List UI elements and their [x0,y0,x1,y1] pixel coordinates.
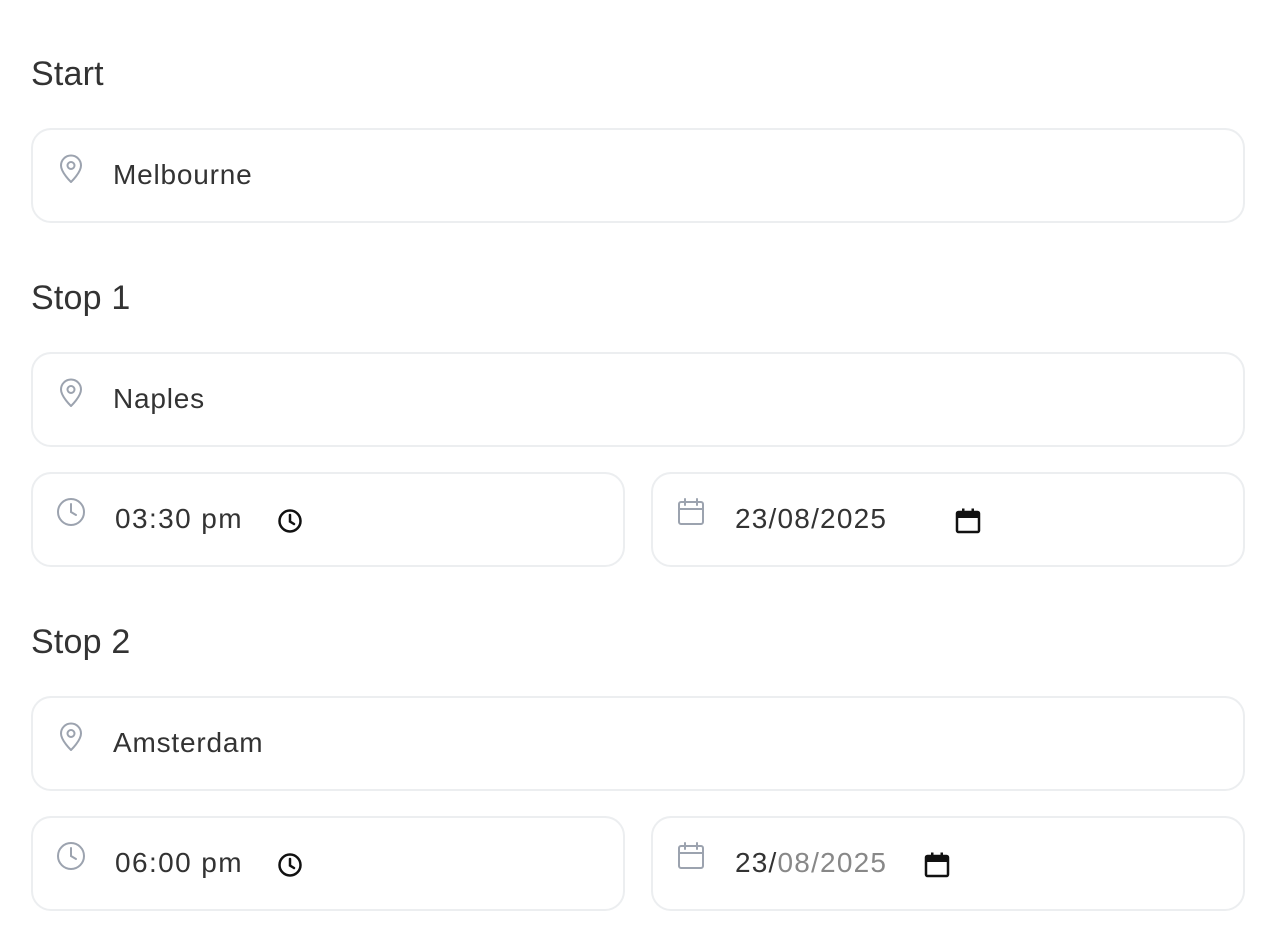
stop2-date-field[interactable]: 23/08/2025 [651,816,1245,911]
stop1-time-field[interactable]: 03:30 pm [31,472,625,567]
stop2-date-value: 23/08/2025 [735,847,887,879]
calendar-picker-icon[interactable] [923,851,951,879]
stop2-date-day: 23/ [735,847,778,878]
stop1-title: Stop 1 [31,279,131,317]
stop1-location-value: Naples [113,383,205,414]
clock-picker-icon[interactable] [276,507,304,535]
map-pin-icon [60,154,82,183]
start-title: Start [31,55,104,93]
stop2-time-value: 06:00 pm [115,847,243,878]
start-location-value: Melbourne [113,159,253,190]
calendar-picker-icon[interactable] [954,507,982,535]
clock-icon [57,842,85,870]
stop1-time-value: 03:30 pm [115,503,243,534]
stop2-location-value: Amsterdam [113,727,264,758]
stop2-time-field[interactable]: 06:00 pm [31,816,625,911]
clock-icon [57,498,85,526]
stop1-location-field[interactable]: Naples [31,352,1245,447]
clock-picker-icon[interactable] [276,851,304,879]
stop1-date-field[interactable]: 23/08/2025 [651,472,1245,567]
stop2-date-placeholder: 08/2025 [777,847,888,878]
stop1-date-value: 23/08/2025 [735,503,888,534]
map-pin-icon [60,722,82,751]
calendar-icon [678,842,704,869]
stop2-title: Stop 2 [31,623,131,661]
map-pin-icon [60,378,82,407]
trip-stops-form: Start Melbourne Stop 1 Naples 03:30 pm 2… [0,0,1286,952]
calendar-icon [678,498,704,525]
stop2-location-field[interactable]: Amsterdam [31,696,1245,791]
start-location-field[interactable]: Melbourne [31,128,1245,223]
